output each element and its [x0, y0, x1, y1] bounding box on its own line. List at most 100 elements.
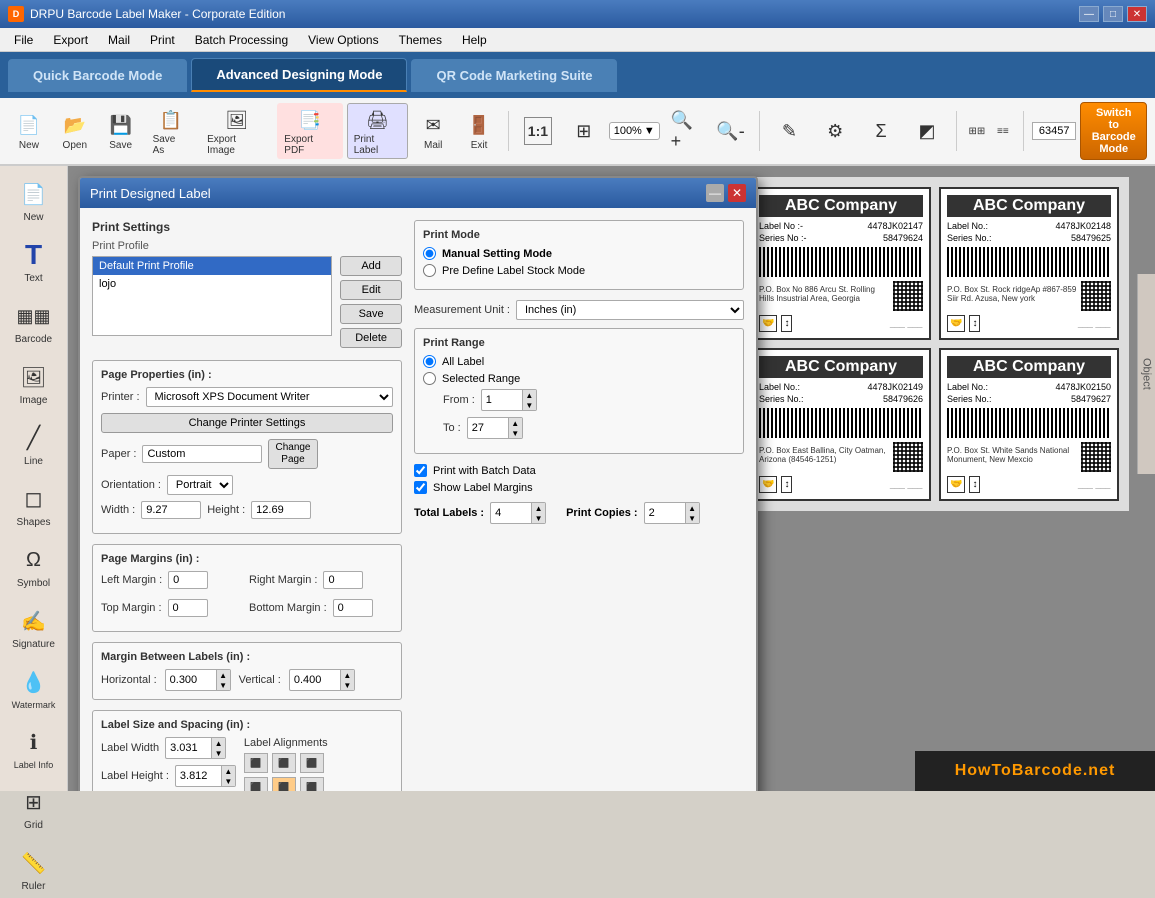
- to-input[interactable]: [468, 420, 508, 436]
- to-spinbox[interactable]: ▲ ▼: [467, 417, 523, 439]
- properties-button[interactable]: ⚙: [814, 114, 856, 148]
- total-labels-spinbox[interactable]: ▲ ▼: [490, 502, 546, 524]
- right-margin-input[interactable]: [323, 571, 363, 589]
- tab-quick-barcode[interactable]: Quick Barcode Mode: [8, 59, 187, 92]
- tab-qr-code[interactable]: QR Code Marketing Suite: [411, 59, 617, 92]
- ratio-button[interactable]: 1:1: [517, 114, 559, 148]
- mail-button[interactable]: ✉ Mail: [412, 109, 454, 154]
- top-margin-input[interactable]: [168, 599, 208, 617]
- show-margins-checkbox[interactable]: [414, 481, 427, 494]
- sidebar-item-barcode[interactable]: ▦▦ Barcode: [4, 292, 64, 351]
- export-pdf-button[interactable]: 📑 Export PDF: [277, 103, 342, 159]
- switch-to-barcode-button[interactable]: Switch to Barcode Mode: [1080, 102, 1147, 160]
- all-label-radio[interactable]: [423, 355, 436, 368]
- label-width-input[interactable]: [166, 740, 211, 756]
- profile-item-lojo[interactable]: lojo: [93, 275, 331, 293]
- menu-mail[interactable]: Mail: [98, 31, 140, 49]
- save-button[interactable]: 💾 Save: [100, 109, 142, 154]
- minimize-button[interactable]: —: [1079, 6, 1099, 22]
- sidebar-item-symbol[interactable]: Ω Symbol: [4, 536, 64, 595]
- from-input[interactable]: [482, 392, 522, 408]
- formula-button[interactable]: Σ: [860, 114, 902, 148]
- sidebar-item-watermark[interactable]: 💧 Watermark: [4, 658, 64, 716]
- vertical-spinbox[interactable]: ▲ ▼: [289, 669, 355, 691]
- horizontal-spinbox[interactable]: ▲ ▼: [165, 669, 231, 691]
- sidebar-item-line[interactable]: ╱ Line: [4, 414, 64, 473]
- menu-help[interactable]: Help: [452, 31, 497, 49]
- label-width-dec[interactable]: ▼: [211, 748, 225, 758]
- paper-input[interactable]: [142, 445, 262, 463]
- sidebar-item-grid[interactable]: ⊞ Grid: [4, 778, 64, 837]
- print-copies-inc[interactable]: ▲: [685, 503, 699, 513]
- tab-advanced-designing[interactable]: Advanced Designing Mode: [191, 58, 407, 92]
- delete-profile-button[interactable]: Delete: [340, 328, 402, 348]
- sidebar-item-shapes[interactable]: ◻ Shapes: [4, 475, 64, 534]
- shape-tool-button[interactable]: ◩: [906, 114, 948, 148]
- menu-view-options[interactable]: View Options: [298, 31, 388, 49]
- horizontal-input[interactable]: [166, 672, 216, 688]
- menu-print[interactable]: Print: [140, 31, 185, 49]
- grid-view-btn[interactable]: ⊞⊞: [965, 123, 989, 140]
- label-height-spinbox[interactable]: ▲ ▼: [175, 765, 236, 787]
- print-batch-checkbox[interactable]: [414, 464, 427, 477]
- vertical-input[interactable]: [290, 672, 340, 688]
- list-view-btn[interactable]: ≡≡: [991, 123, 1015, 140]
- label-height-input[interactable]: [176, 768, 221, 784]
- print-copies-dec[interactable]: ▼: [685, 513, 699, 523]
- edit-profile-button[interactable]: Edit: [340, 280, 402, 300]
- bottom-margin-input[interactable]: [333, 599, 373, 617]
- selected-range-radio[interactable]: [423, 372, 436, 385]
- total-labels-input[interactable]: [491, 505, 531, 521]
- horizontal-decrement[interactable]: ▼: [216, 680, 230, 690]
- label-height-inc[interactable]: ▲: [221, 766, 235, 776]
- predefine-mode-radio[interactable]: [423, 264, 436, 277]
- vertical-increment[interactable]: ▲: [340, 670, 354, 680]
- print-copies-spinbox[interactable]: ▲ ▼: [644, 502, 700, 524]
- profile-list[interactable]: Default Print Profile lojo: [92, 256, 332, 336]
- height-input[interactable]: [251, 501, 311, 519]
- left-margin-input[interactable]: [168, 571, 208, 589]
- maximize-button[interactable]: □: [1103, 6, 1123, 22]
- profile-item-default[interactable]: Default Print Profile: [93, 257, 331, 275]
- orientation-select[interactable]: Portrait: [167, 475, 233, 495]
- change-page-button[interactable]: ChangePage: [268, 439, 317, 469]
- from-dec[interactable]: ▼: [522, 400, 536, 410]
- exit-button[interactable]: 🚪 Exit: [458, 109, 500, 154]
- label-height-dec[interactable]: ▼: [221, 776, 235, 786]
- close-button[interactable]: ✕: [1127, 6, 1147, 22]
- width-input[interactable]: [141, 501, 201, 519]
- print-copies-input[interactable]: [645, 505, 685, 521]
- add-profile-button[interactable]: Add: [340, 256, 402, 276]
- save-profile-button[interactable]: Save: [340, 304, 402, 324]
- manual-mode-radio[interactable]: [423, 247, 436, 260]
- align-mid-right[interactable]: ⬛: [300, 777, 324, 791]
- label-width-spinbox[interactable]: ▲ ▼: [165, 737, 226, 759]
- align-top-right[interactable]: ⬛: [300, 753, 324, 773]
- menu-export[interactable]: Export: [43, 31, 98, 49]
- horizontal-increment[interactable]: ▲: [216, 670, 230, 680]
- menu-batch-processing[interactable]: Batch Processing: [185, 31, 298, 49]
- align-mid-center[interactable]: ⬛: [272, 777, 296, 791]
- print-label-button[interactable]: 🖨 Print Label: [347, 103, 409, 159]
- align-top-center[interactable]: ⬛: [272, 753, 296, 773]
- object-panel[interactable]: Object: [1137, 274, 1155, 474]
- to-inc[interactable]: ▲: [508, 418, 522, 428]
- zoom-dropdown-icon[interactable]: ▼: [644, 125, 655, 137]
- menu-themes[interactable]: Themes: [389, 31, 452, 49]
- sidebar-item-label-info[interactable]: ℹ Label Info: [4, 718, 64, 776]
- fit-button[interactable]: ⊞: [563, 114, 605, 148]
- sidebar-item-ruler[interactable]: 📏 Ruler: [4, 839, 64, 898]
- align-mid-left[interactable]: ⬛: [244, 777, 268, 791]
- total-labels-inc[interactable]: ▲: [531, 503, 545, 513]
- change-printer-button[interactable]: Change Printer Settings: [101, 413, 393, 433]
- sidebar-item-signature[interactable]: ✍ Signature: [4, 597, 64, 656]
- sidebar-item-image[interactable]: 🖼 Image: [4, 353, 64, 412]
- sidebar-item-new[interactable]: 📄 New: [4, 170, 64, 229]
- open-button[interactable]: 📂 Open: [54, 109, 96, 154]
- printer-select[interactable]: Microsoft XPS Document Writer: [146, 387, 393, 407]
- label-width-inc[interactable]: ▲: [211, 738, 225, 748]
- zoom-out-button[interactable]: 🔍-: [710, 114, 752, 148]
- from-inc[interactable]: ▲: [522, 390, 536, 400]
- vertical-decrement[interactable]: ▼: [340, 680, 354, 690]
- new-button[interactable]: 📄 New: [8, 109, 50, 154]
